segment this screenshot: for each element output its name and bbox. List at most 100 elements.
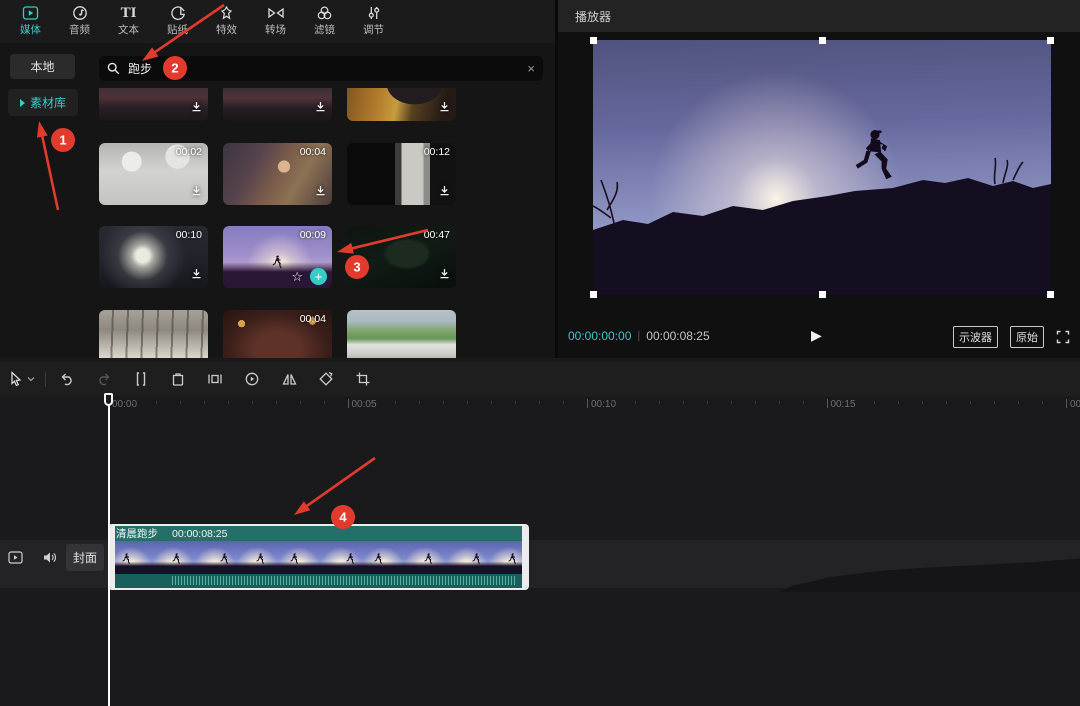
mute-track-icon[interactable] [43,551,57,564]
ruler-label: 00:05 [352,399,377,410]
clip-audio-waveform [110,574,527,588]
timeline-panel: 00:0000:0500:1000:1500:20 封面 清晨跑步 00:00:… [0,358,1080,706]
media-icon [22,4,39,22]
clear-search-icon[interactable]: × [527,62,535,75]
audio-icon [72,4,88,22]
handle-top-center[interactable] [819,37,826,44]
clip-duration: 00:00:08:25 [172,528,227,540]
top-tabs-bar: 媒体 音频TI文本贴纸特效 转场滤镜 调节 [0,0,555,43]
timeline-ruler[interactable]: 00:0000:0500:1000:1500:20 [0,396,1080,416]
filmstrip-frame [362,541,404,574]
filmstrip-frame [278,541,320,574]
clip-trim-handle-right[interactable] [522,526,527,588]
ruler-label: 00:10 [591,399,616,410]
rotate-button[interactable] [317,370,335,388]
fullscreen-icon[interactable] [1056,330,1070,344]
adjust-icon [366,4,382,22]
tab-effects[interactable]: 特效 [202,4,251,36]
material-thumbnail[interactable]: 00:47 [347,226,456,288]
preview-scene [593,40,1051,295]
search-input[interactable] [126,61,521,77]
handle-bottom-left[interactable] [590,291,597,298]
crop-button[interactable] [354,370,372,388]
player-header: 播放器 [558,0,1080,32]
filmstrip-frame [152,541,194,574]
runner-silhouette [271,255,284,272]
scope-button[interactable]: 示波器 [953,326,998,348]
cover-label: 封面 [73,549,97,566]
duration-badge: 00:47 [424,229,450,241]
handle-bottom-right[interactable] [1047,291,1054,298]
play-button[interactable]: ▶ [811,327,822,344]
tab-filters[interactable]: 滤镜 [300,4,349,36]
tab-label: 媒体 [20,24,41,36]
sidebar-item-library[interactable]: 素材库 [8,89,78,116]
material-thumbnail[interactable]: 00:02 [99,143,208,205]
download-icon[interactable] [191,99,202,117]
handle-bottom-center[interactable] [819,291,826,298]
tab-label: 特效 [216,24,237,36]
chevron-down-icon [27,376,35,382]
timeline-clip[interactable]: 清晨跑步 00:00:08:25 [108,524,529,590]
material-thumbnail[interactable] [347,88,456,121]
material-grid: 00:0200:0400:1200:1000:09☆+00:4700:04 [99,88,549,358]
material-thumbnail[interactable] [223,88,332,121]
material-thumbnail[interactable] [99,88,208,121]
delete-button[interactable] [169,370,187,388]
add-to-track-button[interactable]: + [310,268,327,285]
handle-top-left[interactable] [590,37,597,44]
toolbar-separator [45,372,46,387]
select-tool-button[interactable] [8,371,35,387]
tab-audio[interactable]: 音频 [55,4,104,36]
download-icon[interactable] [191,266,202,284]
material-thumbnail[interactable]: 00:04 [223,143,332,205]
filter-icon [316,4,333,22]
search-bar: × [99,56,543,81]
tab-text[interactable]: TI文本 [104,4,153,36]
filmstrip-frame [404,541,446,574]
playhead-line[interactable] [108,394,110,706]
current-timecode: 00:00:00:00 [568,329,631,343]
download-icon[interactable] [191,183,202,201]
timeline-toolbar [0,362,1080,396]
local-label: 本地 [30,58,54,75]
download-icon[interactable] [439,266,450,284]
download-icon[interactable] [439,99,450,117]
redo-button[interactable] [95,370,113,388]
playhead-handle[interactable] [104,393,113,406]
ruler-label: 00:20 [1070,399,1080,410]
tab-media[interactable]: 媒体 [6,4,55,36]
library-label: 素材库 [30,94,66,111]
video-editor-app: 媒体音频TI文本贴纸特效转场滤镜调节 本地 素材库 × 00:0200:0400… [0,0,1080,706]
sidebar-item-local[interactable]: 本地 [10,54,75,79]
handle-top-right[interactable] [1047,37,1054,44]
tab-adjust[interactable]: 调节 [349,4,398,36]
track-preview-icon[interactable] [8,551,23,564]
video-preview[interactable] [593,40,1051,295]
split-button[interactable] [132,370,150,388]
original-quality-button[interactable]: 原始 [1010,326,1044,348]
material-thumbnail[interactable]: 00:04 [223,310,332,358]
cover-button[interactable]: 封面 [66,544,104,571]
player-panel: 播放器 00:00:00:00 | 00:00:08:25 ▶ [558,0,1080,358]
tab-transitions[interactable]: 转场 [251,4,300,36]
tab-label: 滤镜 [314,24,335,36]
favorite-star-icon[interactable]: ☆ [291,269,303,285]
timecode-separator: | [637,330,640,342]
undo-button[interactable] [58,370,76,388]
material-thumbnail[interactable]: 00:09 ☆ + [223,226,332,288]
freeze-frame-button[interactable] [206,370,224,388]
material-thumbnail[interactable] [347,310,456,358]
material-thumbnail[interactable] [99,310,208,358]
play-speed-button[interactable] [243,370,261,388]
download-icon[interactable] [315,183,326,201]
ruler-label: 00:00 [112,399,137,410]
download-icon[interactable] [439,183,450,201]
material-thumbnail[interactable]: 00:10 [99,226,208,288]
duration-badge: 00:09 [300,229,326,241]
tab-sticker[interactable]: 贴纸 [153,4,202,36]
clip-trim-handle-left[interactable] [110,526,115,588]
mirror-button[interactable] [280,370,298,388]
download-icon[interactable] [315,99,326,117]
material-thumbnail[interactable]: 00:12 [347,143,456,205]
